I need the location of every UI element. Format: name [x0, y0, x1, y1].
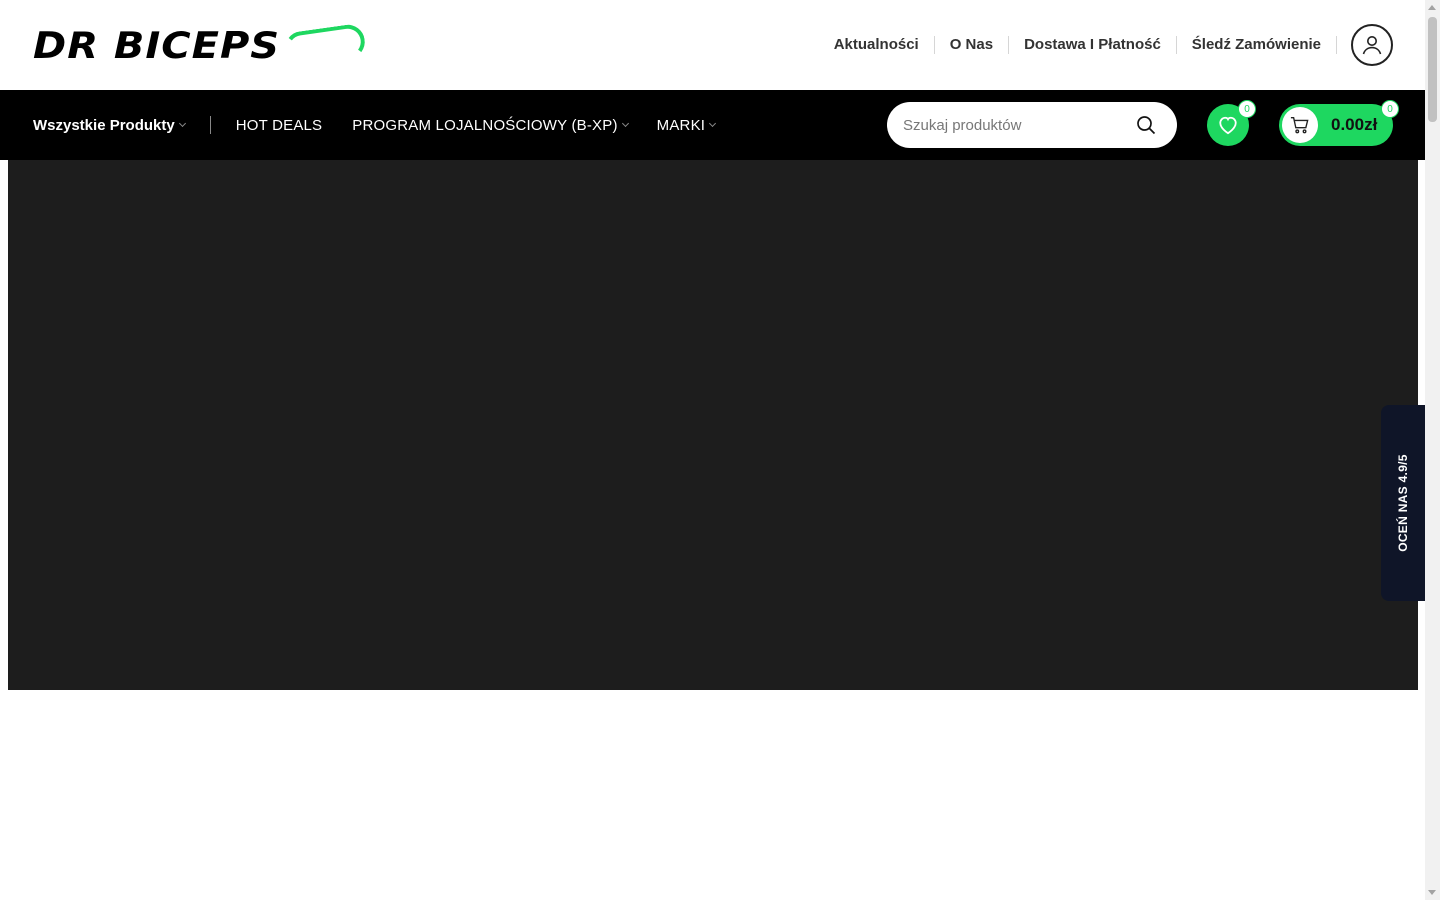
scrollbar-thumb[interactable]: [1428, 17, 1437, 122]
search-icon: [1137, 116, 1156, 135]
top-nav-shipping[interactable]: Dostawa I Płatność: [1009, 28, 1176, 62]
nav-brands-label: MARKI: [656, 116, 706, 134]
wishlist-count-badge: 0: [1238, 100, 1256, 118]
nav-hot-deals[interactable]: HOT DEALS: [236, 117, 323, 134]
heart-icon: [1219, 116, 1237, 135]
scroll-up-arrow-icon[interactable]: [1428, 5, 1436, 10]
top-nav-track-order[interactable]: Śledź Zamówienie: [1177, 28, 1336, 62]
cart-button[interactable]: 0.00zł 0: [1279, 100, 1399, 146]
nav-all-products[interactable]: Wszystkie Produkty: [33, 116, 186, 134]
nav-brands[interactable]: MARKI: [656, 116, 717, 134]
chevron-down-icon: [621, 119, 629, 127]
logo-swoosh-icon: [283, 22, 367, 68]
top-nav: Aktualności O Nas Dostawa I Płatność Śle…: [819, 28, 1337, 62]
account-button[interactable]: [1351, 24, 1393, 66]
nav-loyalty-program[interactable]: PROGRAM LOJALNOŚCIOWY (B-XP): [352, 116, 629, 134]
user-icon: [1362, 36, 1382, 55]
wishlist-button[interactable]: 0: [1207, 100, 1256, 146]
site-logo[interactable]: DR BICEPS: [33, 22, 367, 68]
chevron-down-icon: [709, 119, 717, 127]
main-nav-divider: [209, 116, 211, 134]
hero-banner[interactable]: [8, 160, 1418, 690]
main-nav: Wszystkie Produkty HOT DEALS PROGRAM LOJ…: [33, 90, 717, 160]
scroll-down-arrow-icon[interactable]: [1428, 890, 1436, 895]
cart-total: 0.00zł: [1331, 115, 1378, 134]
main-navigation-bar: Wszystkie Produkty HOT DEALS PROGRAM LOJ…: [0, 90, 1425, 160]
logo-text: DR BICEPS: [33, 24, 281, 68]
nav-all-products-label: Wszystkie Produkty: [33, 116, 175, 134]
search-input[interactable]: [903, 116, 1133, 134]
top-header: DR BICEPS Aktualności O Nas Dostawa I Pł…: [0, 0, 1425, 90]
search-button[interactable]: [1133, 112, 1159, 138]
top-nav-news[interactable]: Aktualności: [819, 28, 934, 62]
rate-us-label: OCEŃ NAS 4.9/5: [1396, 454, 1411, 552]
cart-icon: [1290, 117, 1309, 134]
cart-count-badge: 0: [1381, 100, 1399, 118]
page-scrollbar[interactable]: [1425, 0, 1440, 900]
chevron-down-icon: [178, 119, 186, 127]
search-form: [887, 102, 1177, 148]
cart-icon-wrapper: [1282, 107, 1318, 143]
rate-us-tab[interactable]: OCEŃ NAS 4.9/5: [1381, 405, 1425, 601]
top-nav-divider: [1336, 36, 1337, 54]
nav-loyalty-label: PROGRAM LOJALNOŚCIOWY (B-XP): [352, 116, 618, 134]
top-nav-about[interactable]: O Nas: [935, 28, 1008, 62]
